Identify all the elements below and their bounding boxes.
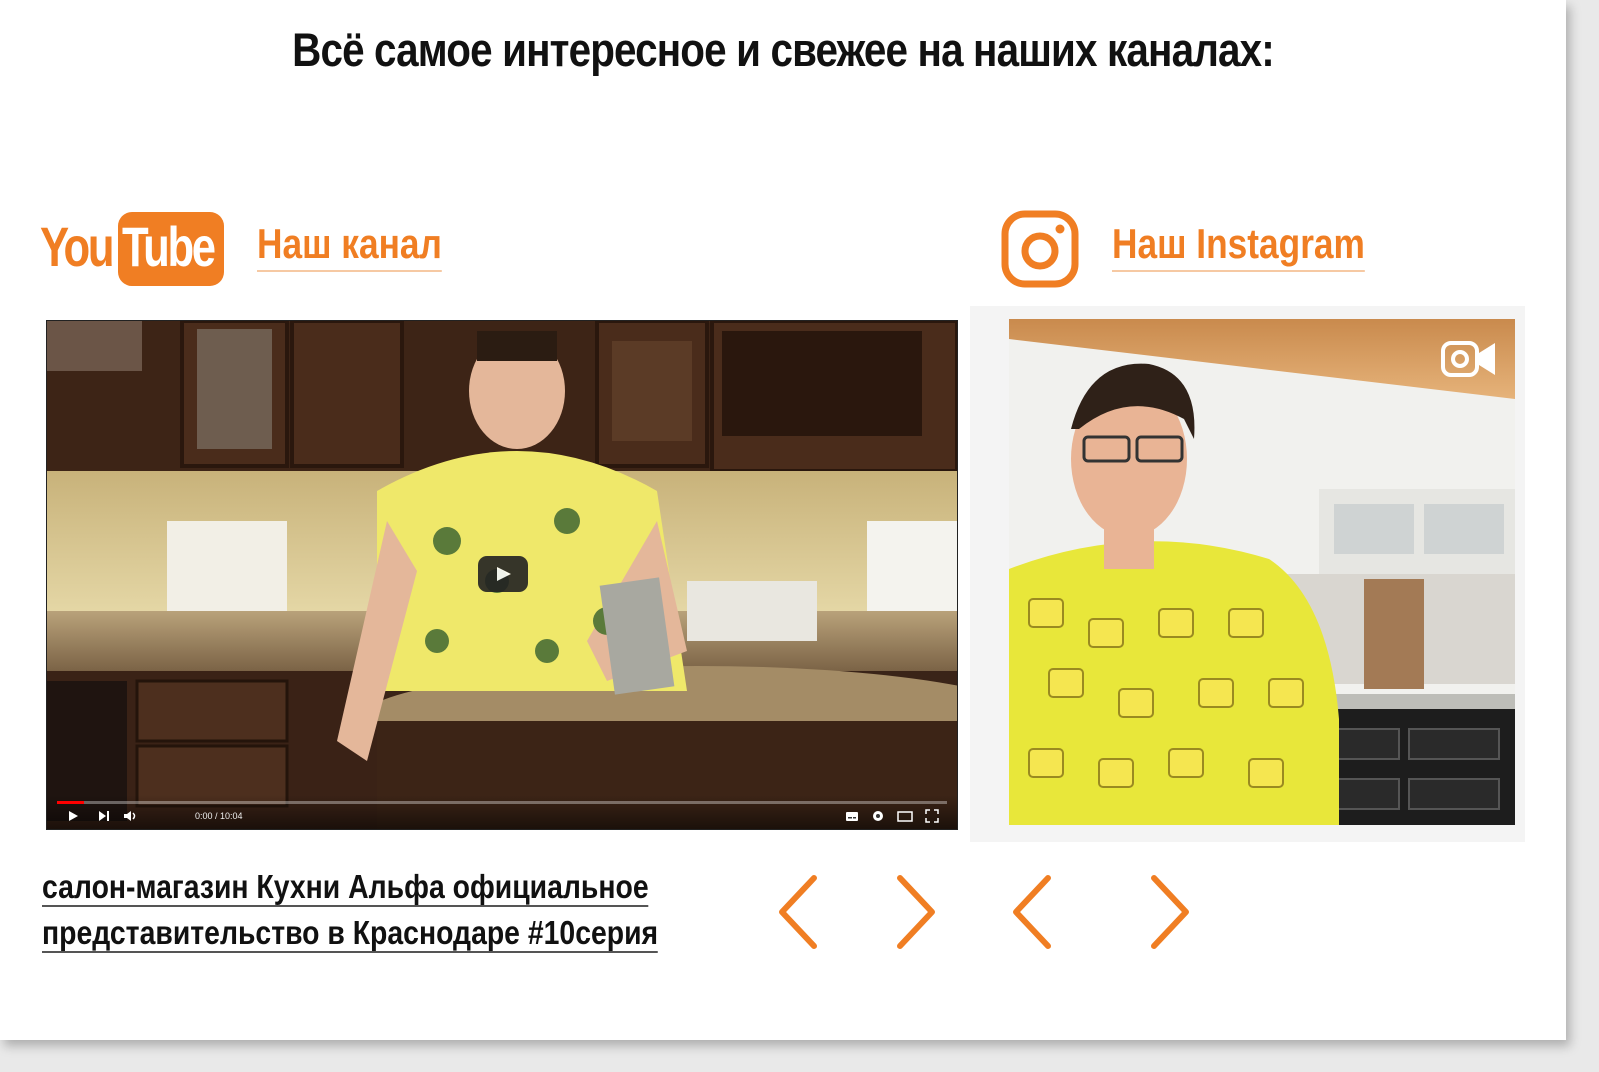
- chevron-right-icon: [897, 875, 935, 949]
- theater-mode-icon[interactable]: [897, 809, 913, 823]
- channels-section: Всё самое интересное и свежее на наших к…: [0, 0, 1566, 1040]
- subtitles-icon[interactable]: [845, 809, 859, 823]
- youtube-logo-tube: Tube: [122, 215, 216, 278]
- fullscreen-icon[interactable]: [925, 809, 939, 823]
- section-heading: Всё самое интересное и свежее на наших к…: [292, 23, 1275, 76]
- youtube-channel-link[interactable]: Наш канал: [257, 220, 442, 272]
- video-play-button[interactable]: [478, 556, 528, 592]
- instagram-link[interactable]: Наш Instagram: [1112, 220, 1365, 272]
- settings-gear-icon[interactable]: [871, 809, 885, 823]
- youtube-logo-box: Tube: [118, 212, 224, 286]
- chevron-left-icon: [1013, 875, 1051, 949]
- volume-icon[interactable]: [123, 809, 139, 823]
- youtube-logo-you: You: [40, 215, 115, 278]
- next-video-icon[interactable]: [97, 809, 111, 823]
- chevron-right-icon: [1151, 875, 1189, 949]
- youtube-logo[interactable]: You Tube: [40, 208, 226, 288]
- video-controls: 0:00 / 10:04: [47, 795, 957, 829]
- video-caption-text: салон-магазин Кухни Альфа официальное пр…: [42, 868, 659, 953]
- video-progress-bar[interactable]: [57, 801, 947, 804]
- video-camera-icon: [1441, 341, 1495, 377]
- play-icon: [497, 567, 511, 581]
- instagram-next-button[interactable]: [1142, 872, 1202, 952]
- instagram-post-frame: [1009, 319, 1515, 825]
- video-progress-fill: [57, 801, 84, 804]
- youtube-prev-button[interactable]: [772, 872, 832, 952]
- play-icon[interactable]: [67, 809, 79, 823]
- video-time: 0:00 / 10:04: [195, 811, 243, 821]
- chevron-left-icon: [779, 875, 817, 949]
- instagram-post-image[interactable]: [1009, 319, 1515, 825]
- instagram-icon[interactable]: [1000, 209, 1080, 289]
- instagram-prev-button[interactable]: [1006, 872, 1066, 952]
- youtube-next-button[interactable]: [888, 872, 948, 952]
- video-caption-link[interactable]: салон-магазин Кухни Альфа официальное пр…: [42, 864, 661, 956]
